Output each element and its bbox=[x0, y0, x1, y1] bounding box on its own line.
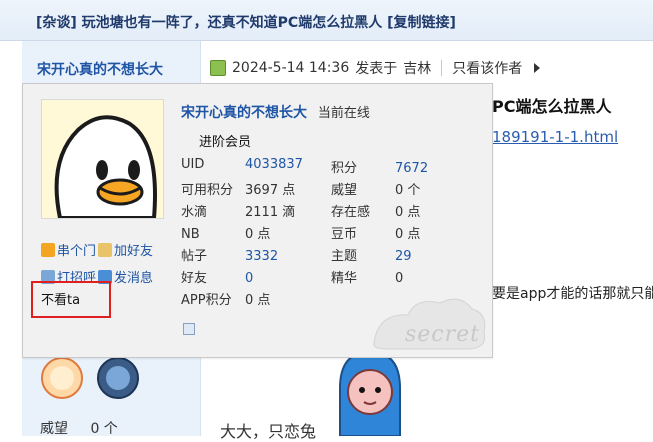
member-rank: 进阶会员 bbox=[199, 135, 252, 150]
water-drops-value: 2111 滴 bbox=[245, 205, 296, 220]
badge-icon bbox=[97, 357, 139, 399]
small-card-icon[interactable] bbox=[183, 323, 195, 335]
presence-value: 0 点 bbox=[395, 205, 421, 220]
medal-icon bbox=[41, 357, 83, 399]
sidebar-weiwang-label: 威望 bbox=[40, 421, 68, 437]
copy-link[interactable]: [复制链接] bbox=[387, 15, 456, 31]
points-label: 积分 bbox=[331, 161, 358, 176]
profile-name[interactable]: 宋开心真的不想长大 当前在线 bbox=[181, 102, 370, 122]
post-bottom-partial: 大大，只恋兔 bbox=[220, 422, 317, 441]
uid-value[interactable]: 4033837 bbox=[245, 157, 303, 172]
thread-title: [杂谈] 玩池塘也有一阵了，还真不知道PC端怎么拉黑人 [复制链接] bbox=[36, 12, 456, 32]
threads-label: 主题 bbox=[331, 249, 358, 264]
home-icon bbox=[41, 242, 55, 257]
doubi-label: 豆币 bbox=[331, 227, 358, 242]
sidebar-weiwang-value: 0 个 bbox=[90, 421, 118, 437]
post-link-partial[interactable]: 189191-1-1.html bbox=[492, 128, 618, 146]
profile-name-text[interactable]: 宋开心真的不想长大 bbox=[181, 105, 307, 121]
post-date: 2024-5-14 14:36 bbox=[232, 60, 350, 76]
post-icon bbox=[210, 60, 226, 76]
visit-space-link[interactable]: 串个门 bbox=[57, 240, 96, 259]
post-body-partial: 要是app才能的话那就只能 bbox=[492, 286, 653, 302]
user-profile-popup: 宋开心真的不想长大 当前在线 进阶会员 UID 4033837 积分 7672 可用… bbox=[22, 83, 493, 358]
post-title-partial: PC端怎么拉黑人 bbox=[492, 97, 612, 116]
doubi-value: 0 点 bbox=[395, 227, 421, 242]
action-row-1: 串个门 加好友 bbox=[41, 240, 191, 259]
prestige-value: 0 个 bbox=[395, 183, 421, 198]
points-value[interactable]: 7672 bbox=[395, 161, 428, 176]
thread-title-bar: [杂谈] 玩池塘也有一阵了，还真不知道PC端怎么拉黑人 [复制链接] bbox=[0, 0, 653, 41]
watermark-text: secret bbox=[404, 322, 480, 347]
available-points-label: 可用积分 bbox=[181, 183, 234, 198]
thread-title-text: [杂谈] 玩池塘也有一阵了，还真不知道PC端怎么拉黑人 bbox=[36, 15, 383, 31]
mascot-image bbox=[339, 350, 401, 436]
online-status: 当前在线 bbox=[317, 106, 370, 121]
presence-label: 存在感 bbox=[331, 205, 371, 220]
sidebar-weiwang: 威望 0 个 bbox=[40, 418, 118, 438]
medals bbox=[40, 356, 140, 400]
digest-value: 0 bbox=[395, 271, 404, 286]
friends-value[interactable]: 0 bbox=[245, 271, 253, 286]
nb-value: 0 点 bbox=[245, 227, 271, 242]
meta-divider bbox=[441, 60, 443, 76]
threads-value[interactable]: 29 bbox=[395, 249, 412, 264]
add-friend-link[interactable]: 加好友 bbox=[114, 240, 153, 259]
author-name[interactable]: 宋开心真的不想长大 bbox=[37, 59, 163, 79]
avatar[interactable] bbox=[41, 99, 164, 219]
uid-label: UID bbox=[181, 157, 205, 172]
post-posted-in: 发表于 bbox=[355, 61, 398, 77]
app-points-value: 0 点 bbox=[245, 293, 271, 308]
post-meta: 2024-5-14 14:36 发表于 吉林 只看该作者 bbox=[210, 58, 541, 78]
send-message-link[interactable]: 发消息 bbox=[114, 267, 153, 286]
available-points-value: 3697 点 bbox=[245, 183, 296, 198]
prestige-label: 威望 bbox=[331, 183, 358, 198]
block-user-link[interactable]: 不看ta bbox=[41, 289, 80, 308]
digest-label: 精华 bbox=[331, 271, 358, 286]
post-location: 吉林 bbox=[403, 61, 432, 77]
only-author-link[interactable]: 只看该作者 bbox=[452, 58, 522, 78]
handshake-icon bbox=[98, 242, 113, 257]
posts-value[interactable]: 3332 bbox=[245, 249, 278, 264]
chevron-right-icon[interactable] bbox=[534, 63, 541, 73]
water-drops-label: 水滴 bbox=[181, 205, 208, 220]
duck-avatar-image bbox=[42, 100, 163, 218]
